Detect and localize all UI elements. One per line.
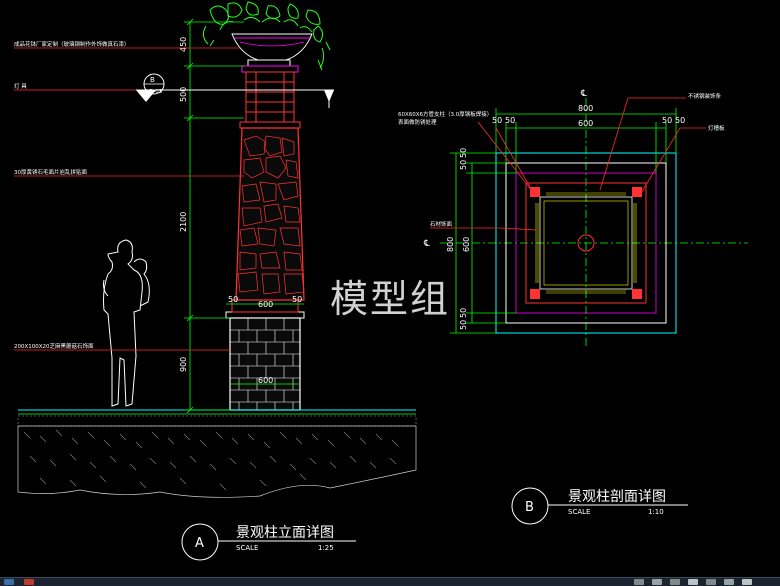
- note-stone-cladding: 30厚黄锈石毛面片岩乱拼贴面: [14, 168, 87, 176]
- elevation-notes: 成品花钵厂家定制（玻璃钢制作外饰做真石漆） 灯 具 30厚黄锈石毛面片岩乱拼贴面…: [14, 40, 130, 350]
- section-title: 景观柱剖面详图: [568, 489, 666, 505]
- tray-icon[interactable]: [724, 579, 734, 585]
- sec-dim-50-b: 50: [505, 116, 515, 125]
- sec-dim-50-a: 50: [492, 116, 502, 125]
- dim-50-right: 50: [292, 295, 302, 304]
- sec-dim-800-left: 800: [446, 237, 455, 252]
- sec-dim-50-d: 50: [675, 116, 685, 125]
- elevation-callout-letter: A: [195, 536, 204, 551]
- note-rust-proof: 表面做防锈处理: [398, 118, 437, 126]
- sec-dim-50-l1: 50: [459, 160, 468, 170]
- tray-icon[interactable]: [670, 579, 680, 585]
- dim-600-lower: 600: [258, 376, 273, 385]
- section-callout-letter: B: [525, 500, 534, 515]
- elevation-scale-label: SCALE: [236, 544, 258, 552]
- section-marker-letter: B: [150, 76, 155, 84]
- sec-dim-800-top: 800: [578, 104, 593, 113]
- dim-50-left: 50: [228, 295, 238, 304]
- tray-icon[interactable]: [652, 579, 662, 585]
- dim-600-upper: 600: [258, 300, 273, 309]
- app-icon[interactable]: [24, 579, 34, 585]
- tray-icon[interactable]: [688, 579, 698, 585]
- note-base-stone: 200X100X20芝麻黑蘑菇石饰面: [14, 342, 94, 350]
- elevation-scale-value: 1:25: [318, 544, 334, 552]
- section-centerlines: [440, 98, 748, 348]
- planter-bowl: [231, 33, 313, 67]
- dim-450: 450: [179, 37, 188, 52]
- note-stainless-strip: 不锈钢装饰条: [688, 92, 722, 100]
- dim-900: 900: [179, 357, 188, 372]
- tray-icon[interactable]: [634, 579, 644, 585]
- elevation-leaders: [14, 47, 246, 351]
- section-scale-label: SCALE: [568, 508, 590, 516]
- elevation-title: 景观柱立面详图: [236, 525, 334, 541]
- tray-icon[interactable]: [706, 579, 716, 585]
- sec-dim-600-top: 600: [578, 119, 593, 128]
- elevation-vertical-dimension-labels: 450 500 2100 900: [179, 37, 188, 372]
- column-brick-base: [225, 299, 305, 411]
- section-title-block: B 景观柱剖面详图 SCALE 1:10: [511, 487, 688, 525]
- dim-500: 500: [179, 87, 188, 102]
- section-scale-value: 1:10: [648, 508, 664, 516]
- elevation-title-block: A 景观柱立面详图 SCALE 1:25: [181, 523, 356, 561]
- tray-icon[interactable]: [742, 579, 752, 585]
- column-lamp-cap: [239, 65, 301, 129]
- watermark-text: 模型组: [330, 277, 451, 321]
- note-planter: 成品花钵厂家定制（玻璃钢制作外饰做真石漆）: [14, 40, 130, 48]
- start-icon[interactable]: [4, 579, 14, 585]
- centerline-symbol-top: ℄: [580, 89, 587, 99]
- section-marker-ref: LD-03: [146, 89, 163, 95]
- note-lamp-slot: 灯槽板: [708, 124, 725, 132]
- section-cut-marker: B LD-03: [136, 73, 334, 108]
- note-stone-finish: 石材饰面: [430, 220, 453, 228]
- note-lamp: 灯 具: [14, 82, 27, 90]
- sec-dim-50-l2: 50: [459, 148, 468, 158]
- sec-dim-600-left: 600: [462, 237, 471, 252]
- sec-dim-50-c: 50: [662, 116, 672, 125]
- column-stone-shaft: [235, 127, 305, 301]
- human-scale-figure: [103, 239, 150, 407]
- dim-2100: 2100: [179, 212, 188, 232]
- note-steel-post: 60X60X6方管支柱（3.0厚钢板焊接）: [398, 110, 492, 118]
- sec-dim-50-l3: 50: [459, 320, 468, 330]
- section-drawing: ℄ ℄ 800 600 50 50 50 50 50 50 800 600 50…: [398, 89, 748, 525]
- centerline-symbol-left: ℄: [423, 239, 430, 249]
- ground-section: [17, 409, 417, 498]
- sec-dim-50-l4: 50: [459, 308, 468, 318]
